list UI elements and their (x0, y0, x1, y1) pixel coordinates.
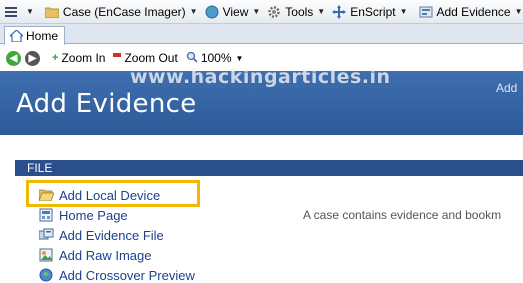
case-folder-icon (44, 4, 60, 20)
enscript-menu-label: EnScript (350, 4, 396, 19)
zoom-in-icon: + (52, 52, 59, 64)
chevron-down-icon: ▼ (235, 53, 244, 63)
crossover-icon (38, 267, 54, 283)
add-crossover-preview-link[interactable]: Add Crossover Preview (38, 265, 195, 283)
add-raw-image-link[interactable]: Add Raw Image (38, 245, 195, 265)
chevron-down-icon: ▼ (252, 7, 261, 16)
menu-bar: ▼ Case (EnCase Imager) ▼ View ▼ Tools ▼ … (0, 0, 523, 24)
banner-right-text: Add (496, 81, 518, 95)
add-evidence-icon (418, 4, 434, 20)
action-label: Home Page (59, 207, 128, 223)
action-label: Add Evidence File (59, 227, 164, 243)
chevron-down-icon: ▼ (514, 7, 523, 16)
section-header-file: FILE (15, 160, 523, 176)
main-menu-button[interactable]: ▼ (0, 1, 37, 23)
tools-menu[interactable]: Tools ▼ (263, 1, 328, 23)
tools-menu-label: Tools (285, 4, 314, 19)
add-local-device-link[interactable]: Add Local Device (38, 185, 195, 205)
enscript-menu[interactable]: EnScript ▼ (328, 1, 410, 23)
zoom-level-value: 100% (200, 51, 232, 65)
evidence-file-icon (38, 227, 54, 243)
action-label: Add Local Device (59, 187, 161, 203)
view-menu-label: View (222, 4, 249, 19)
add-evidence-menu-label: Add Evidence (436, 4, 511, 19)
zoom-out-button[interactable]: Zoom Out (113, 51, 178, 65)
zoom-out-label: Zoom Out (124, 51, 178, 65)
case-menu[interactable]: Case (EnCase Imager) ▼ (41, 1, 201, 23)
home-page-icon (38, 207, 54, 223)
zoom-in-label: Zoom In (61, 51, 106, 65)
enscript-arrows-icon (331, 4, 347, 20)
case-description-text: A case contains evidence and bookm (303, 208, 502, 222)
action-label: Add Crossover Preview (59, 267, 195, 283)
gear-icon (266, 4, 282, 20)
raw-image-icon (38, 247, 54, 263)
tab-home[interactable]: Home (4, 26, 66, 45)
add-evidence-menu[interactable]: Add Evidence ▼ (415, 1, 523, 23)
case-menu-label: Case (EnCase Imager) (62, 4, 186, 19)
watermark: www.hackingarticles.in (130, 66, 391, 88)
list-menu-icon (3, 4, 19, 20)
chevron-down-icon: ▼ (399, 7, 408, 16)
magnifier-icon (186, 51, 198, 66)
page-title: Add Evidence (16, 89, 197, 119)
back-arrow-icon[interactable]: ◀ (6, 50, 21, 66)
view-menu[interactable]: View ▼ (201, 1, 264, 23)
zoom-out-icon (113, 52, 122, 64)
chevron-down-icon: ▼ (317, 7, 326, 16)
home-icon (9, 29, 23, 43)
home-page-link[interactable]: Home Page (38, 205, 195, 225)
zoom-level-dropdown[interactable]: 100% ▼ (186, 51, 244, 66)
folder-open-icon (38, 187, 54, 203)
action-label: Add Raw Image (59, 247, 152, 263)
chevron-down-icon: ▼ (26, 7, 34, 16)
zoom-in-button[interactable]: + Zoom In (52, 51, 105, 65)
view-globe-icon (204, 4, 220, 20)
forward-arrow-icon[interactable]: ▶ (25, 50, 40, 66)
tab-strip: Home (0, 24, 523, 45)
tab-home-label: Home (26, 29, 59, 43)
file-actions-list: Add Local Device Home Page Add Evidence … (38, 185, 195, 283)
add-evidence-file-link[interactable]: Add Evidence File (38, 225, 195, 245)
chevron-down-icon: ▼ (189, 7, 198, 16)
